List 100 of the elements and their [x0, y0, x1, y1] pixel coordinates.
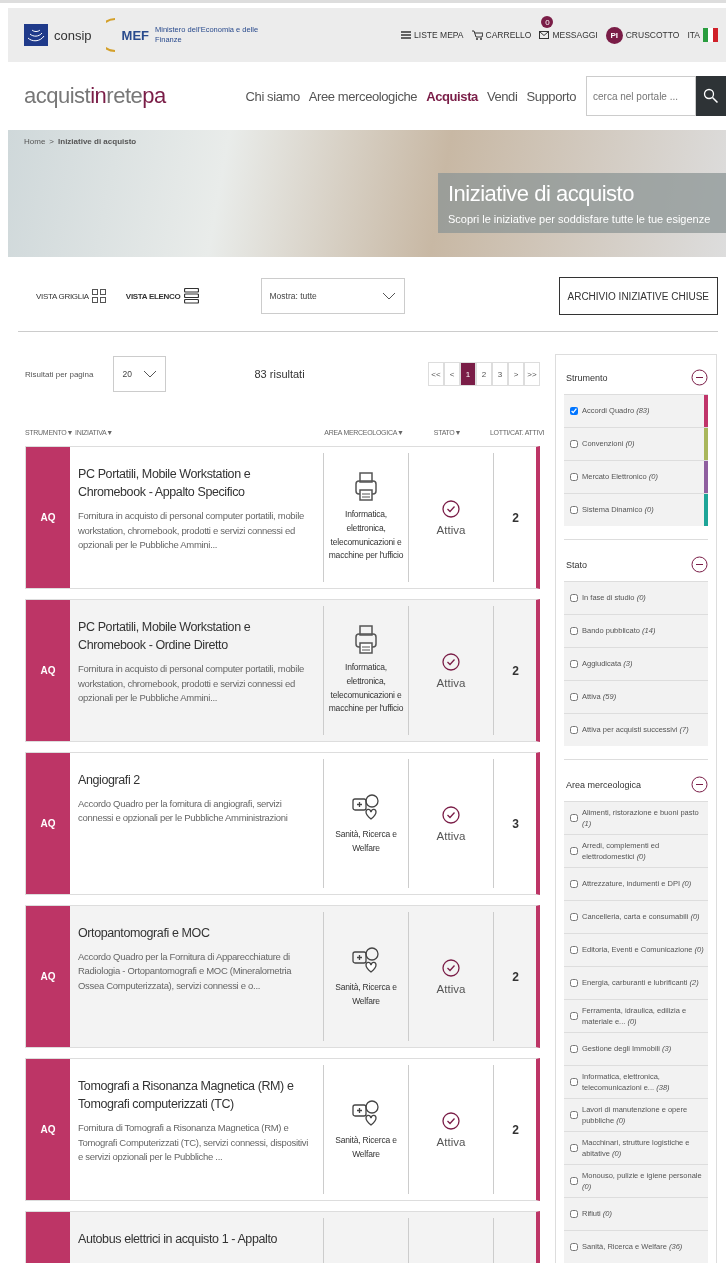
- checkbox[interactable]: [570, 1177, 578, 1185]
- checkbox[interactable]: [570, 693, 578, 701]
- checkbox[interactable]: [570, 506, 578, 514]
- filter-group-title: Area merceologica: [566, 779, 642, 790]
- top-bar-link[interactable]: PI CRUSCOTTO: [605, 26, 680, 44]
- instrument-badge: AQ: [26, 753, 70, 894]
- nav-link[interactable]: Acquista: [426, 88, 478, 104]
- checkbox[interactable]: [570, 660, 578, 668]
- top-bar-link[interactable]: LISTE MEPA: [401, 30, 464, 40]
- checkbox[interactable]: [570, 880, 578, 888]
- check-circle-icon: [442, 1111, 460, 1130]
- initiative-title[interactable]: Tomografi a Risonanza Magnetica (RM) e Tomografi computerizzati (TC): [78, 1077, 315, 1114]
- top-bar-link[interactable]: ITA: [687, 28, 718, 42]
- medical-kit-heart-icon: [351, 1097, 381, 1128]
- checkbox[interactable]: [570, 1144, 578, 1152]
- breadcrumb-item[interactable]: >: [49, 137, 54, 146]
- initiative-card[interactable]: [25, 446, 540, 589]
- page-button[interactable]: 3: [492, 362, 508, 386]
- nav-link[interactable]: Supporto: [526, 88, 576, 104]
- list-icon: [183, 288, 199, 304]
- initiative-description: Fornitura di Tomografi a Risonanza Magnetica (RM) e Tomografi Computerizzati (TC), servizi connessi, dispositivi e servizi opzionali per le Pubbliche ...: [78, 1121, 310, 1164]
- site-logo[interactable]: acquistinretepa: [24, 83, 166, 109]
- search-field[interactable]: cerca nel portale ...: [586, 76, 696, 116]
- page-button[interactable]: 2: [476, 362, 492, 386]
- initiative-title[interactable]: PC Portatili, Mobile Workstation e Chromebook - Ordine Diretto: [78, 618, 315, 655]
- collapse-icon[interactable]: [691, 556, 708, 573]
- page-button[interactable]: <: [444, 362, 460, 386]
- page-subtitle: Scopri le iniziative per soddisfare tutte le tue esigenze: [448, 213, 712, 225]
- filter-dropdown[interactable]: Mostra: tutte: [260, 278, 405, 314]
- mef-logo-text: MEF: [121, 27, 150, 43]
- page-title: Iniziative di acquisto: [448, 181, 635, 207]
- checkbox[interactable]: [570, 1243, 578, 1251]
- view-toggle[interactable]: VISTA GRIGLIA: [36, 289, 106, 303]
- nav-link[interactable]: Aree merceologiche: [308, 88, 418, 104]
- page-button[interactable]: 1: [460, 362, 476, 386]
- medical-kit-heart-icon: [351, 791, 381, 822]
- search-icon: [703, 88, 719, 104]
- category-label: Sanità, Ricerca e Welfare: [334, 1133, 398, 1161]
- initiative-card[interactable]: AQ Angiografi 2 Accordo Quadro per la fornitura di angiografi, servizi connessi e opzionali per le Pubbliche Amministrazioni Sanità, Ricerca e Welfare Attiva 3: [25, 752, 540, 895]
- view-toggle[interactable]: VISTA ELENCO: [125, 288, 199, 304]
- status-label: Attiva: [436, 1135, 466, 1148]
- results-count: 83 risultati: [254, 368, 305, 380]
- checkbox[interactable]: [570, 814, 578, 822]
- lots-count: 2: [512, 510, 519, 525]
- initiative-title[interactable]: PC Portatili, Mobile Workstation e Chromebook - Appalto Specifico: [78, 465, 315, 502]
- per-page-dropdown[interactable]: 20: [113, 356, 167, 392]
- checkbox[interactable]: [570, 1210, 578, 1218]
- initiative-card[interactable]: [25, 905, 540, 1048]
- initiative-title[interactable]: Ortopantomografi e MOC: [78, 924, 315, 943]
- initiative-card[interactable]: Autobus elettrici in acquisto 1 - Appalto: [25, 1211, 540, 1263]
- checkbox[interactable]: [570, 979, 578, 987]
- initiative-description: Fornitura in acquisto di personal computer portatili, mobile workstation, chromebook, prodotti e servizi connessi ed opzionali per le Pubbliche Ammini...: [78, 662, 305, 705]
- archive-button[interactable]: ARCHIVIO INIZIATIVE CHIUSE: [558, 277, 718, 315]
- checkbox[interactable]: [570, 913, 578, 921]
- medical-kit-heart-icon: [351, 944, 381, 975]
- checkbox[interactable]: [570, 594, 578, 602]
- collapse-icon[interactable]: [691, 776, 708, 793]
- nav-link[interactable]: Vendi: [486, 88, 518, 104]
- initiative-card[interactable]: [25, 599, 540, 742]
- cart-icon: [471, 30, 483, 40]
- checkbox[interactable]: [570, 473, 578, 481]
- instrument-badge: AQ: [26, 906, 70, 1047]
- top-bar-link[interactable]: CARRELLO: [471, 30, 532, 40]
- chevron-down-icon: [143, 370, 158, 378]
- initiative-card[interactable]: [25, 1058, 540, 1201]
- page-button[interactable]: >>: [524, 362, 540, 386]
- lots-count: 2: [512, 663, 519, 678]
- checkbox[interactable]: [570, 1045, 578, 1053]
- lots-count: 2: [512, 969, 519, 984]
- checkbox[interactable]: [570, 407, 578, 415]
- chevron-down-icon: [381, 292, 396, 300]
- page-button[interactable]: >: [508, 362, 524, 386]
- lots-count: 2: [512, 1122, 519, 1137]
- initiative-title[interactable]: Angiografi 2: [78, 771, 315, 790]
- checkbox[interactable]: [570, 1078, 578, 1086]
- check-circle-icon: [442, 499, 460, 518]
- search-button[interactable]: [696, 76, 726, 116]
- check-circle-icon: [442, 652, 460, 671]
- checkbox[interactable]: [570, 946, 578, 954]
- grid-icon: [91, 289, 106, 303]
- user-avatar[interactable]: PI: [605, 26, 623, 44]
- breadcrumb-item[interactable]: Iniziative di acquisto: [58, 137, 137, 146]
- initiative-description: Accordo Quadro per la Fornitura di Apparecchiature di Radiologia - Ortopantomografi e MOC (Mineralometria Ossea Computerizzata), servizi connessi e o...: [78, 950, 293, 993]
- status-label: Attiva: [436, 676, 466, 689]
- breadcrumb-item[interactable]: Home: [24, 137, 46, 146]
- checkbox[interactable]: [570, 1111, 578, 1119]
- page-button[interactable]: <<: [428, 362, 444, 386]
- category-label: Informatica, elettronica, telecomunicazioni e macchine per l'ufficio: [327, 508, 405, 563]
- printer-icon: [355, 472, 377, 503]
- initiative-title[interactable]: Autobus elettrici in acquisto 1 - Appalto: [78, 1230, 315, 1249]
- consip-logo-text: consip: [54, 27, 92, 43]
- checkbox[interactable]: [570, 726, 578, 734]
- checkbox[interactable]: [570, 1012, 578, 1020]
- checkbox[interactable]: [570, 440, 578, 448]
- instrument-badge: AQ: [26, 447, 70, 588]
- nav-link[interactable]: Chi siamo: [245, 88, 300, 104]
- checkbox[interactable]: [570, 627, 578, 635]
- collapse-icon[interactable]: [691, 369, 708, 386]
- checkbox[interactable]: [570, 847, 578, 855]
- status-label: Attiva: [436, 829, 466, 842]
